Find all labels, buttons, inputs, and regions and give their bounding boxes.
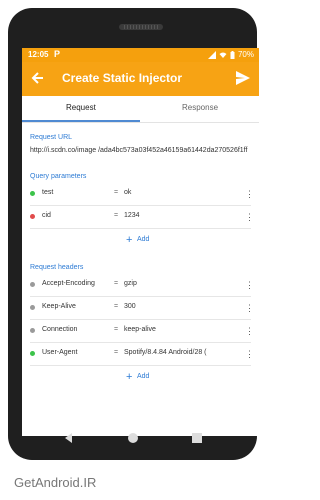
add-icon: + — [126, 234, 133, 246]
header-equals-sign: = — [114, 303, 119, 310]
divider — [30, 296, 251, 297]
phone-body: 12:05 P 70% Create Static Injector Reque… — [8, 8, 259, 460]
tab-response[interactable]: Response — [182, 103, 218, 112]
more-vert-icon[interactable]: ⋮ — [245, 188, 254, 200]
header-dot — [30, 282, 35, 287]
wifi-icon — [219, 52, 227, 58]
query-row[interactable]: test = ok ⋮ — [22, 185, 259, 205]
status-bar: 12:05 P 70% — [22, 48, 259, 62]
query-parameters-label: Query parameters — [30, 173, 87, 180]
status-right: 70% — [207, 50, 254, 59]
battery-icon — [230, 50, 235, 59]
add-icon: + — [126, 371, 133, 383]
header-value: gzip — [124, 280, 137, 287]
header-value: keep-alive — [124, 326, 156, 333]
divider — [30, 342, 251, 343]
request-headers-label: Request headers — [30, 264, 84, 271]
header-equals-sign: = — [114, 349, 119, 356]
tab-bar: Request Response — [22, 96, 259, 123]
param-value: 1234 — [124, 212, 140, 219]
tab-indicator — [22, 120, 140, 122]
page-title: Create Static Injector — [62, 71, 183, 85]
header-equals-sign: = — [114, 326, 119, 333]
enabled-dot — [30, 191, 35, 196]
disabled-dot — [30, 214, 35, 219]
more-vert-icon[interactable]: ⋮ — [245, 279, 254, 291]
header-key: Keep-Alive — [42, 303, 76, 310]
request-url[interactable]: http://i.scdn.co/image /ada4bc573a03f452… — [30, 146, 250, 155]
status-time: 12:05 — [28, 50, 49, 59]
app-bar: Create Static Injector — [22, 62, 259, 96]
header-dot — [30, 328, 35, 333]
divider — [30, 228, 251, 229]
back-arrow-icon[interactable] — [30, 70, 46, 86]
query-row[interactable]: cid = 1234 ⋮ — [22, 208, 259, 228]
add-label: Add — [137, 236, 150, 243]
battery-level: 70% — [237, 50, 254, 59]
param-equals-sign: = — [114, 212, 119, 219]
signal-icon — [207, 50, 216, 59]
add-header-button[interactable]: + Add — [126, 371, 166, 385]
more-vert-icon[interactable]: ⋮ — [245, 325, 254, 337]
header-equals-sign: = — [114, 280, 119, 287]
header-key: Connection — [42, 326, 78, 333]
request-url-label: Request URL — [30, 134, 73, 141]
header-key: User-Agent — [42, 349, 78, 356]
system-nav-bar — [8, 418, 257, 460]
param-key: test — [42, 189, 54, 196]
nav-recents-icon[interactable] — [188, 429, 206, 447]
speaker-dots — [124, 25, 158, 29]
nav-back-icon[interactable] — [60, 429, 78, 447]
header-row[interactable]: Accept-Encoding = gzip ⋮ — [22, 276, 259, 296]
nav-home-icon[interactable] — [124, 429, 142, 447]
param-equals-sign: = — [114, 189, 119, 196]
watermark: GetAndroid.IR — [14, 475, 97, 490]
param-key: cid — [42, 212, 51, 219]
header-row[interactable]: Connection = keep-alive ⋮ — [22, 322, 259, 342]
device-frame: 12:05 P 70% Create Static Injector Reque… — [0, 0, 265, 500]
parking-icon: P — [54, 49, 61, 59]
more-vert-icon[interactable]: ⋮ — [245, 302, 254, 314]
send-icon[interactable] — [235, 69, 251, 87]
enabled-dot — [30, 351, 35, 356]
param-value: ok — [124, 189, 132, 196]
tab-request[interactable]: Request — [66, 103, 96, 112]
divider — [30, 319, 251, 320]
header-value: Spotify/8.4.84 Android/28 ( — [124, 349, 207, 356]
divider — [30, 205, 251, 206]
more-vert-icon[interactable]: ⋮ — [245, 211, 254, 223]
header-key: Accept-Encoding — [42, 280, 95, 287]
header-row[interactable]: Keep-Alive = 300 ⋮ — [22, 299, 259, 319]
add-label: Add — [137, 373, 150, 380]
add-query-param-button[interactable]: + Add — [126, 234, 166, 248]
screen: 12:05 P 70% Create Static Injector Reque… — [22, 48, 259, 436]
divider — [30, 365, 251, 366]
header-value: 300 — [124, 303, 136, 310]
header-row[interactable]: User-Agent = Spotify/8.4.84 Android/28 (… — [22, 345, 259, 365]
header-dot — [30, 305, 35, 310]
more-vert-icon[interactable]: ⋮ — [245, 348, 254, 360]
